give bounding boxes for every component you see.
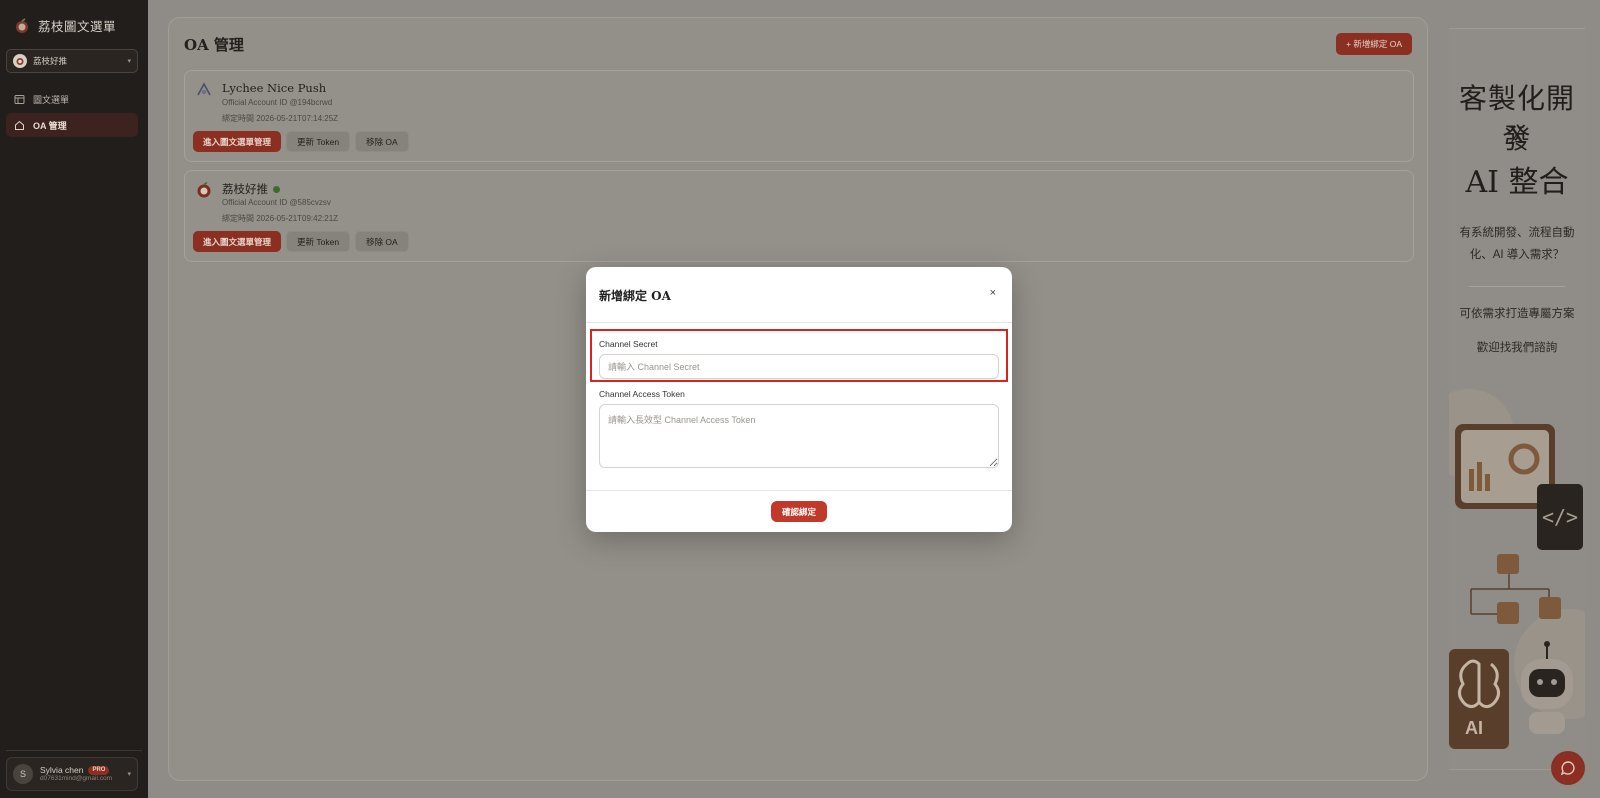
modal-title: 新增綁定 OA	[599, 289, 671, 303]
channel-secret-label: Channel Secret	[599, 339, 658, 349]
refresh-token-button[interactable]: 更新 Token	[286, 131, 351, 152]
modal-divider	[586, 322, 1012, 323]
channel-access-token-label: Channel Access Token	[599, 389, 685, 399]
brand[interactable]: 荔枝圖文選單	[14, 16, 116, 35]
lychee-logo-icon	[16, 17, 28, 33]
oa-official-id: Official Account ID @194bcrwd	[222, 98, 333, 107]
user-menu[interactable]: S Sylvia chen PRO d07631mind@gmail.com ▾	[6, 757, 138, 791]
refresh-token-button[interactable]: 更新 Token	[286, 231, 351, 252]
oa-card: 荔枝好推 Official Account ID @585cvzsv 綁定時間 …	[184, 170, 1414, 262]
online-status-icon	[273, 185, 280, 193]
remove-oa-button[interactable]: 移除 OA	[355, 231, 409, 252]
chevron-down-icon: ▾	[127, 58, 131, 65]
user-name-row: Sylvia chen PRO	[40, 764, 120, 775]
oa-actions: 進入圖文選單管理 更新 Token 移除 OA	[193, 231, 409, 252]
oa-avatar-icon	[195, 181, 213, 199]
plan-badge: PRO	[88, 766, 110, 775]
close-icon[interactable]: ×	[990, 287, 996, 299]
manage-image-menu-button[interactable]: 進入圖文選單管理	[193, 131, 282, 152]
app-name: 荔枝圖文選單	[38, 19, 117, 34]
ad-cross: X	[1509, 124, 1525, 149]
user-email: d07631mind@gmail.com	[40, 775, 112, 783]
confirm-bind-button[interactable]: 確認綁定	[771, 501, 828, 522]
channel-access-token-input[interactable]	[599, 404, 999, 468]
sidebar-item-label: OA 管理	[33, 120, 67, 131]
page-title: OA 管理	[184, 36, 244, 54]
sidebar-item-label: 圖文選單	[33, 94, 70, 105]
sidebar-item-image-menu[interactable]: 圖文選單	[6, 87, 138, 111]
ad-banner[interactable]: 客製化開發 X AI 整合 有系統開發、流程自動化、AI 導入需求？ 可依需求打…	[1449, 28, 1585, 770]
chevron-down-icon: ▾	[127, 771, 131, 778]
oa-card: Lychee Nice Push Official Account ID @19…	[184, 70, 1414, 162]
sidebar: 荔枝圖文選單 荔枝好推 ▾ 圖文選單 OA 管理 S Sylvia chen P…	[0, 0, 148, 798]
svg-text:</>: </>	[1542, 505, 1578, 529]
modal-divider	[586, 490, 1012, 491]
oa-bound-time: 綁定時間 2026-05-21T07:14:25Z	[222, 114, 339, 123]
brain-icon: AI	[1449, 649, 1509, 749]
channel-secret-input[interactable]	[599, 354, 999, 379]
ad-illustration: </> AI	[1449, 389, 1585, 749]
ad-ai-tag: AI	[1465, 718, 1483, 738]
oa-avatar-icon	[195, 81, 213, 99]
ad-question: 有系統開發、流程自動化、AI 導入需求？	[1459, 227, 1575, 261]
oa-name-text: 荔枝好推	[222, 182, 268, 196]
oa-bound-time: 綁定時間 2026-05-21T09:42:21Z	[222, 214, 339, 223]
account-selector[interactable]: 荔枝好推 ▾	[6, 49, 138, 73]
oa-name: 荔枝好推	[222, 181, 280, 197]
oa-name-text: Lychee Nice Push	[222, 81, 327, 95]
oa-official-id: Official Account ID @585cvzsv	[222, 198, 331, 207]
ad-cta-text: 歡迎找我們諮詢	[1476, 342, 1558, 354]
bind-oa-modal: 新增綁定 OA × Channel Secret Channel Access …	[586, 267, 1012, 532]
add-oa-button[interactable]: + 新增綁定 OA	[1336, 33, 1412, 55]
image-menu-icon	[14, 94, 25, 105]
sidebar-divider	[6, 750, 142, 751]
chat-button[interactable]	[1551, 751, 1585, 785]
ad-subheadline: AI 整合	[1465, 165, 1569, 200]
user-name: Sylvia chen	[40, 764, 84, 775]
user-meta: Sylvia chen PRO d07631mind@gmail.com	[40, 764, 120, 783]
manage-image-menu-button[interactable]: 進入圖文選單管理	[193, 231, 282, 252]
remove-oa-button[interactable]: 移除 OA	[355, 131, 409, 152]
oa-actions: 進入圖文選單管理 更新 Token 移除 OA	[193, 131, 409, 152]
ad-tagline: 可依需求打造專屬方案	[1459, 308, 1575, 320]
chat-icon	[1560, 761, 1575, 776]
code-icon: </>	[1537, 484, 1583, 550]
account-avatar-icon	[13, 54, 27, 68]
home-icon	[14, 120, 25, 131]
oa-name: Lychee Nice Push	[222, 81, 326, 95]
ad-divider	[1469, 286, 1565, 287]
account-selector-value: 荔枝好推	[33, 56, 68, 66]
avatar: S	[13, 764, 33, 784]
sidebar-item-oa-management[interactable]: OA 管理	[6, 113, 138, 137]
